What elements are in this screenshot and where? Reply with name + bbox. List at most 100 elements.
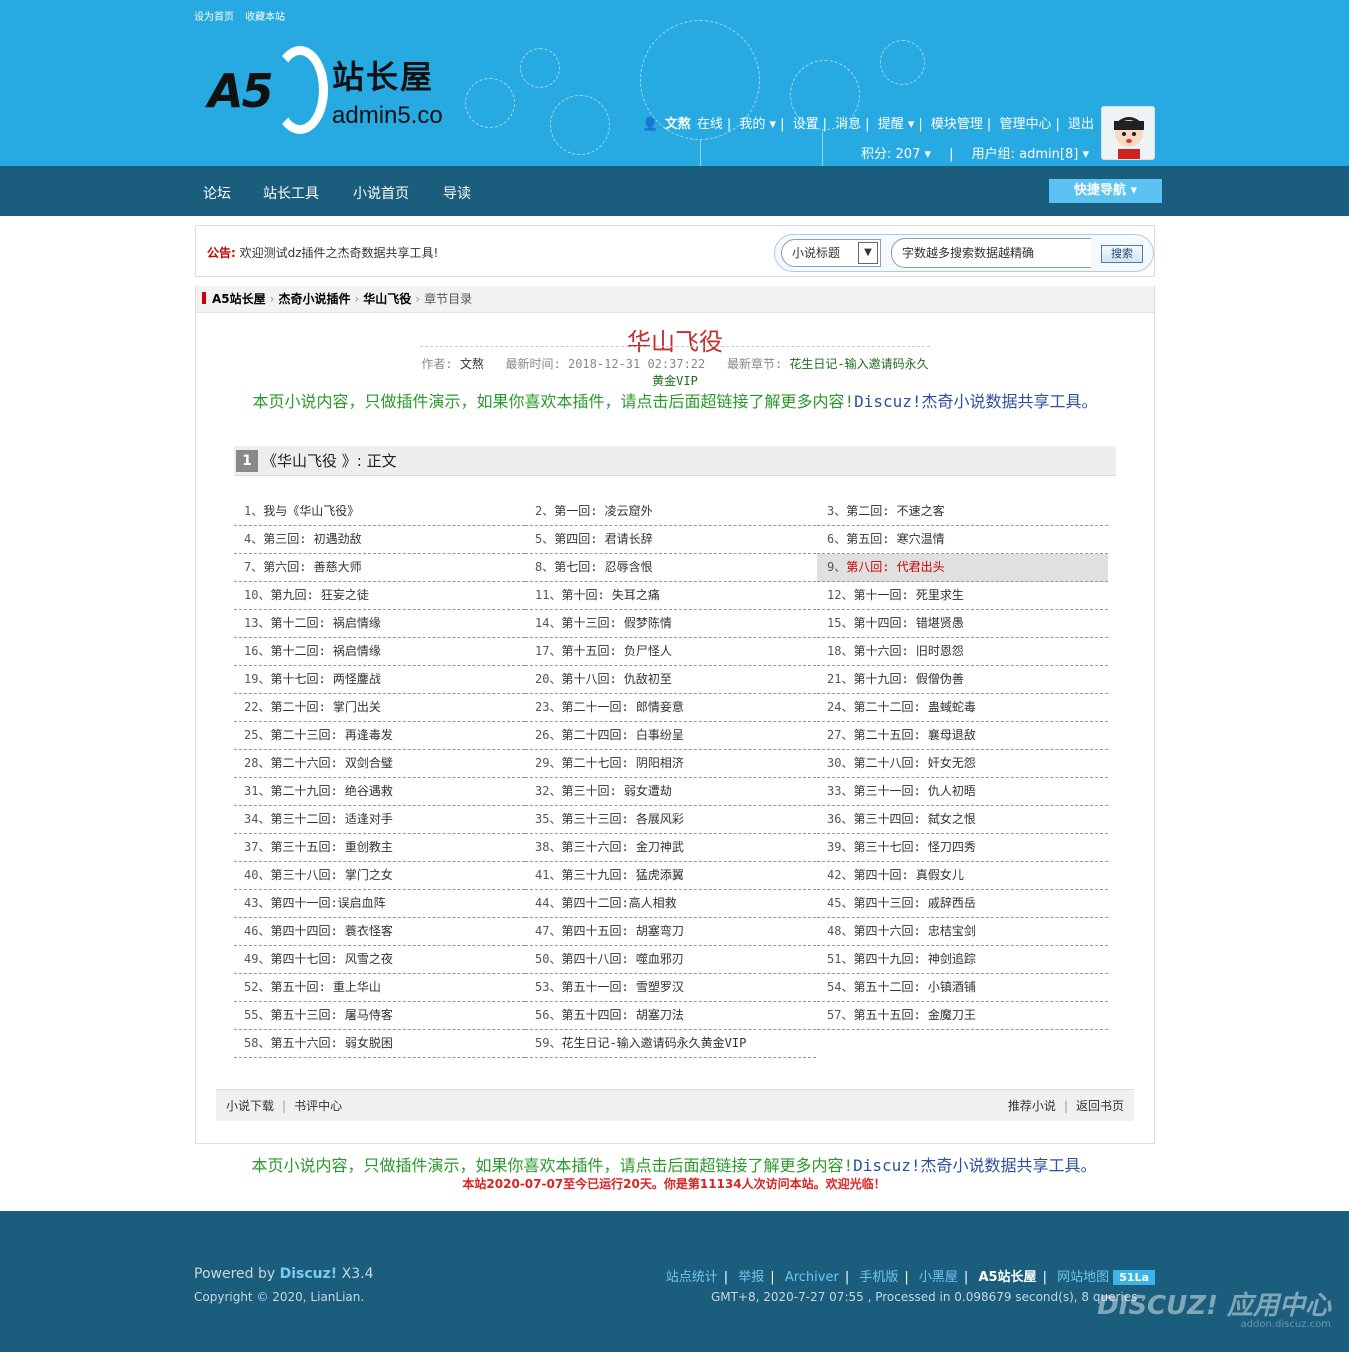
search-button[interactable]: 搜索 bbox=[1101, 245, 1143, 263]
reminders-menu[interactable]: 提醒 ▾ bbox=[878, 117, 915, 132]
chapter-link[interactable]: 38、第三十六回: 金刀神武 bbox=[525, 834, 816, 862]
chapter-link[interactable]: 32、第三十回: 弱女遭劫 bbox=[525, 778, 816, 806]
chapter-link[interactable]: 44、第四十二回:高人相救 bbox=[525, 890, 816, 918]
chapter-link[interactable]: 10、第九回: 狂妄之徒 bbox=[234, 582, 525, 610]
chapter-link[interactable]: 9、第八回: 代君出头 bbox=[817, 554, 1108, 582]
author-value[interactable]: 文熬 bbox=[460, 357, 484, 371]
chapter-link[interactable]: 25、第二十三回: 再逢毒发 bbox=[234, 722, 525, 750]
online-status[interactable]: 在线 bbox=[697, 117, 723, 132]
chapter-link[interactable]: 33、第三十一回: 仇人初晤 bbox=[817, 778, 1108, 806]
footer-archiver-link[interactable]: Archiver bbox=[785, 1270, 839, 1285]
chapter-link[interactable]: 4、第三回: 初遇劲敌 bbox=[234, 526, 525, 554]
settings-link[interactable]: 设置 bbox=[793, 117, 819, 132]
chapter-link[interactable]: 27、第二十五回: 襄母退敌 bbox=[817, 722, 1108, 750]
chapter-link[interactable]: 5、第四回: 君请长辞 bbox=[525, 526, 816, 554]
chapter-link[interactable]: 34、第三十二回: 适逢对手 bbox=[234, 806, 525, 834]
quick-nav-button[interactable]: 快捷导航 ▾ bbox=[1049, 179, 1162, 203]
chapter-link[interactable]: 41、第三十九回: 猛虎添翼 bbox=[525, 862, 816, 890]
chapter-link[interactable]: 11、第十回: 失耳之痛 bbox=[525, 582, 816, 610]
chapter-link[interactable]: 8、第七回: 忍辱含恨 bbox=[525, 554, 816, 582]
usergroup-menu[interactable]: 用户组: admin[8] ▾ bbox=[972, 147, 1089, 162]
chapter-link[interactable]: 57、第五十五回: 金魔刀王 bbox=[817, 1002, 1108, 1030]
chapter-link[interactable]: 13、第十二回: 祸启情缘 bbox=[234, 610, 525, 638]
bookmark-link[interactable]: 收藏本站 bbox=[245, 12, 285, 23]
review-center-link[interactable]: 书评中心 bbox=[294, 1099, 342, 1113]
chapter-link[interactable]: 21、第十九回: 假僧伪善 bbox=[817, 666, 1108, 694]
chapter-link[interactable]: 45、第四十三回: 戚辞西岳 bbox=[817, 890, 1108, 918]
chapter-link[interactable]: 12、第十一回: 死里求生 bbox=[817, 582, 1108, 610]
chapter-link[interactable]: 54、第五十二回: 小镇酒铺 bbox=[817, 974, 1108, 1002]
footer-site-link[interactable]: A5站长屋 bbox=[978, 1270, 1036, 1285]
promo-link[interactable]: Discuz!杰奇小说数据共享工具。 bbox=[854, 392, 1097, 411]
chapter-link[interactable]: 18、第十六回: 旧时恩怨 bbox=[817, 638, 1108, 666]
chapter-link[interactable]: 24、第二十二回: 蛊蜮蛇毒 bbox=[817, 694, 1108, 722]
promo-link[interactable]: Discuz!杰奇小说数据共享工具。 bbox=[853, 1156, 1096, 1175]
chapter-link[interactable]: 14、第十三回: 假梦陈情 bbox=[525, 610, 816, 638]
breadcrumb-home[interactable]: A5站长屋 bbox=[212, 292, 266, 306]
site-logo[interactable]: A5 站长屋 admin5.co bbox=[200, 42, 470, 142]
chapter-link[interactable]: 51、第四十九回: 神剑追踪 bbox=[817, 946, 1108, 974]
chapter-link[interactable]: 6、第五回: 寒穴温情 bbox=[817, 526, 1108, 554]
chapter-link[interactable]: 15、第十四回: 错堪贤愚 bbox=[817, 610, 1108, 638]
chapter-link[interactable]: 1、我与《华山飞役》 bbox=[234, 498, 525, 526]
chapter-link[interactable]: 36、第三十四回: 弑女之恨 bbox=[817, 806, 1108, 834]
chapter-link[interactable]: 29、第二十七回: 阴阳相济 bbox=[525, 750, 816, 778]
notice-text[interactable]: 欢迎测试dz插件之杰奇数据共享工具! bbox=[240, 246, 439, 260]
chapter-link[interactable]: 43、第四十一回:误启血阵 bbox=[234, 890, 525, 918]
module-admin-link[interactable]: 模块管理 bbox=[931, 117, 983, 132]
51la-badge[interactable]: 51La bbox=[1113, 1270, 1155, 1285]
footer-blackroom-link[interactable]: 小黑屋 bbox=[919, 1270, 958, 1285]
chapter-link[interactable]: 20、第十八回: 仇敌初至 bbox=[525, 666, 816, 694]
novel-download-link[interactable]: 小说下载 bbox=[226, 1099, 274, 1113]
set-homepage-link[interactable]: 设为首页 bbox=[194, 12, 234, 23]
chapter-link[interactable]: 35、第三十三回: 各展风彩 bbox=[525, 806, 816, 834]
chapter-link[interactable]: 22、第二十回: 掌门出关 bbox=[234, 694, 525, 722]
back-to-book-link[interactable]: 返回书页 bbox=[1076, 1099, 1124, 1113]
chapter-link[interactable]: 16、第十二回: 祸启情缘 bbox=[234, 638, 525, 666]
recommend-novel-link[interactable]: 推荐小说 bbox=[1008, 1099, 1056, 1113]
nav-forum[interactable]: 论坛 bbox=[203, 183, 231, 203]
chapter-link[interactable]: 23、第二十一回: 郎情妾意 bbox=[525, 694, 816, 722]
breadcrumb-plugin[interactable]: 杰奇小说插件 bbox=[278, 292, 350, 306]
admin-center-link[interactable]: 管理中心 bbox=[999, 117, 1051, 132]
nav-guide[interactable]: 导读 bbox=[443, 183, 471, 203]
nav-webmaster-tools[interactable]: 站长工具 bbox=[263, 183, 319, 203]
discuz-link[interactable]: Discuz! bbox=[280, 1266, 338, 1282]
username-link[interactable]: 文熬 bbox=[665, 117, 691, 132]
search-type-select[interactable]: 小说标题 ▼ bbox=[781, 239, 881, 267]
avatar[interactable] bbox=[1101, 106, 1155, 160]
chapter-link[interactable]: 49、第四十七回: 风雪之夜 bbox=[234, 946, 525, 974]
chapter-link[interactable]: 53、第五十一回: 雪塑罗汉 bbox=[525, 974, 816, 1002]
chapter-link[interactable]: 52、第五十回: 重上华山 bbox=[234, 974, 525, 1002]
chapter-link[interactable]: 47、第四十五回: 胡塞弯刀 bbox=[525, 918, 816, 946]
chapter-link[interactable]: 30、第二十八回: 奸女无怨 bbox=[817, 750, 1108, 778]
chapter-link[interactable]: 39、第三十七回: 怪刀四秀 bbox=[817, 834, 1108, 862]
chapter-link[interactable]: 48、第四十六回: 忠桔宝剑 bbox=[817, 918, 1108, 946]
chapter-link[interactable]: 46、第四十四回: 蓑衣怪客 bbox=[234, 918, 525, 946]
logout-link[interactable]: 退出 bbox=[1068, 117, 1094, 132]
chapter-link[interactable]: 55、第五十三回: 屠马侍客 bbox=[234, 1002, 525, 1030]
footer-report-link[interactable]: 举报 bbox=[738, 1270, 764, 1285]
chapter-link[interactable]: 58、第五十六回: 弱女脱困 bbox=[234, 1030, 525, 1058]
my-menu[interactable]: 我的 ▾ bbox=[739, 117, 776, 132]
credits-menu[interactable]: 积分: 207 ▾ bbox=[861, 147, 931, 162]
chevron-down-icon[interactable]: ▼ bbox=[858, 242, 878, 264]
chapter-link[interactable]: 7、第六回: 善慈大师 bbox=[234, 554, 525, 582]
nav-novel-home[interactable]: 小说首页 bbox=[353, 183, 409, 203]
chapter-link[interactable]: 59、花生日记-输入邀请码永久黄金VIP bbox=[525, 1030, 816, 1058]
chapter-link[interactable]: 17、第十五回: 负尸怪人 bbox=[525, 638, 816, 666]
chapter-link[interactable]: 56、第五十四回: 胡塞刀法 bbox=[525, 1002, 816, 1030]
chapter-link[interactable]: 42、第四十回: 真假女儿 bbox=[817, 862, 1108, 890]
footer-stats-link[interactable]: 站点统计 bbox=[666, 1270, 718, 1285]
chapter-link[interactable]: 50、第四十八回: 噬血邪刃 bbox=[525, 946, 816, 974]
breadcrumb-book[interactable]: 华山飞役 bbox=[363, 292, 411, 306]
chapter-link[interactable]: 28、第二十六回: 双剑合璧 bbox=[234, 750, 525, 778]
search-input[interactable]: 字数越多搜索数据越精确 bbox=[891, 238, 1091, 268]
messages-link[interactable]: 消息 bbox=[835, 117, 861, 132]
footer-mobile-link[interactable]: 手机版 bbox=[859, 1270, 898, 1285]
chapter-link[interactable]: 3、第二回: 不速之客 bbox=[817, 498, 1108, 526]
chapter-link[interactable]: 2、第一回: 凌云窟外 bbox=[525, 498, 816, 526]
chapter-link[interactable]: 31、第二十九回: 绝谷遇救 bbox=[234, 778, 525, 806]
chapter-link[interactable]: 37、第三十五回: 重创教主 bbox=[234, 834, 525, 862]
chapter-link[interactable]: 40、第三十八回: 掌门之女 bbox=[234, 862, 525, 890]
